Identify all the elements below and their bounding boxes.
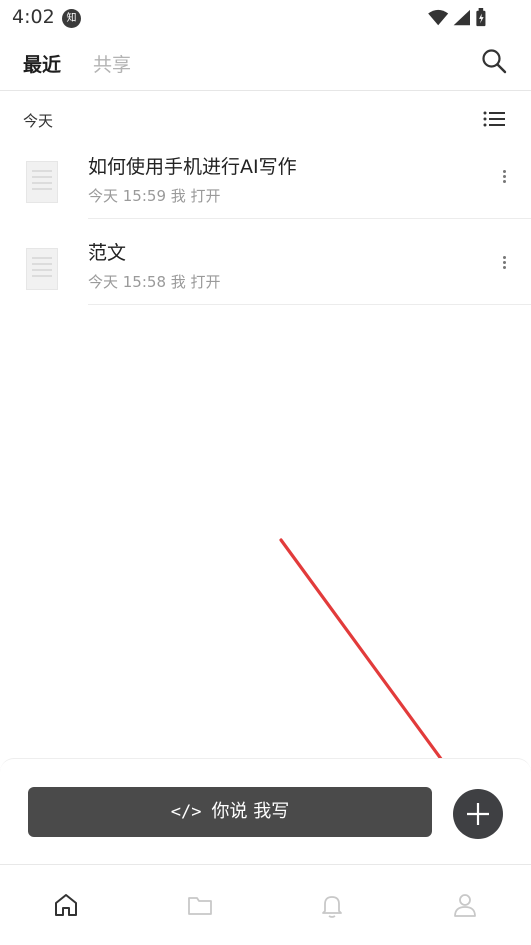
- bell-icon[interactable]: [318, 891, 346, 919]
- home-icon[interactable]: [52, 891, 80, 919]
- profile-icon[interactable]: [451, 891, 479, 919]
- folder-icon[interactable]: [186, 891, 214, 919]
- ai-write-label: 你说 我写: [211, 801, 290, 822]
- add-button[interactable]: [453, 789, 503, 839]
- code-icon: </>: [170, 802, 202, 822]
- ai-write-button[interactable]: </> 你说 我写: [28, 787, 432, 837]
- plus-icon: [467, 803, 489, 825]
- bottom-action-panel: </> 你说 我写: [0, 758, 531, 865]
- bottom-navigation: [0, 864, 531, 945]
